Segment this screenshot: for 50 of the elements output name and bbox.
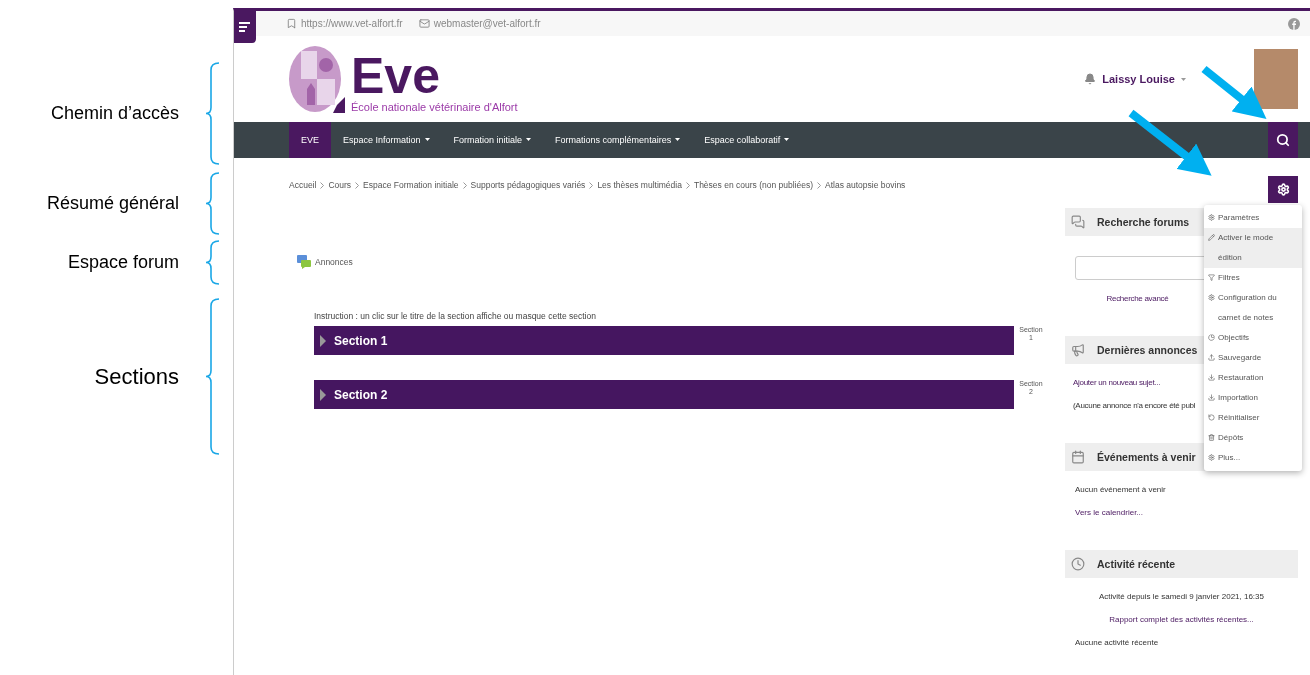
section-header[interactable]: Section 1 [314,326,1014,355]
menu-item[interactable]: Activer le mode édition [1204,228,1302,268]
breadcrumb-link[interactable]: Atlas autopsie bovins [825,180,906,190]
email-link[interactable]: webmaster@vet-alfort.fr [433,18,541,30]
nav-tab[interactable]: Espace collaboratif [692,121,802,158]
breadcrumb-link[interactable]: Thèses en cours (non publiées) [693,180,814,190]
logo-subtitle: École nationale vétérinaire d'Alfort [351,101,518,114]
website-link[interactable]: https://www.vet-alfort.fr [301,18,403,30]
section-title: Section 2 [334,387,388,402]
user-name[interactable]: Laissy Louise [1102,73,1175,86]
nav-tab[interactable]: EVE [289,121,331,158]
menu-item[interactable]: Importation [1204,388,1302,408]
breadcrumb-link[interactable]: Espace Formation initiale [363,180,459,190]
menu-item[interactable]: Dépôts [1204,428,1302,448]
block-title: Événements à venir [1097,451,1196,463]
block-link[interactable]: Rapport complet des activités récentes... [1065,611,1298,624]
breadcrumb-link[interactable]: Supports pédagogiques variés [470,180,586,190]
breadcrumb-link[interactable]: Les thèses multimédia [597,180,682,190]
block-title: Activité récente [1097,558,1176,570]
block-text: Aucun événement à venir [1074,484,1167,494]
nav-tab[interactable]: Formations complémentaires [543,121,693,158]
block-link[interactable]: Recherche avancé [1065,290,1202,303]
menu-item[interactable]: Restauration [1204,368,1302,388]
menu-item[interactable]: Réinitialiser [1204,408,1302,428]
breadcrumb-link[interactable]: Cours [328,180,352,190]
menu-item[interactable]: Plus... [1204,448,1302,468]
breadcrumb-link[interactable]: Accueil [289,180,317,190]
block-link[interactable]: Vers le calendrier... [1065,504,1154,517]
section-header[interactable]: Section 2 [314,380,1014,409]
menu-item[interactable]: Paramètres [1204,208,1302,228]
annotation-label: Espace forum [66,251,179,275]
nav-tab[interactable]: Espace Information [331,121,442,158]
menu-item[interactable]: Objectifs [1204,328,1302,348]
menu-item[interactable]: Sauvegarde [1204,348,1302,368]
annotation-label: Sections [93,362,179,391]
annotation-label: Chemin d’accès [49,102,179,126]
logo-text: Eve [351,51,440,102]
annotation-label: Résumé général [45,192,179,216]
block-title: Recherche forums [1097,216,1190,228]
nav-tab[interactable]: Formation initiale [441,121,544,158]
forum-link[interactable]: Annonces [315,257,353,267]
section-title: Section 1 [334,333,388,348]
menu-item[interactable]: Configuration du carnet de notes [1204,288,1302,328]
block-text: Aucune activité récente [1074,637,1160,647]
block-text: Activité depuis le samedi 9 janvier 2021, 16:35 [1098,591,1265,601]
block-title: Dernières annonces [1097,344,1198,356]
menu-item[interactable]: Filtres [1204,268,1302,288]
block-text: (Aucune annonce n'a encore été publ [1072,400,1196,410]
instruction-text: Instruction : un clic sur le titre de la section affiche ou masque cette section [314,311,597,321]
block-link[interactable]: Ajouter un nouveau sujet... [1065,374,1161,387]
